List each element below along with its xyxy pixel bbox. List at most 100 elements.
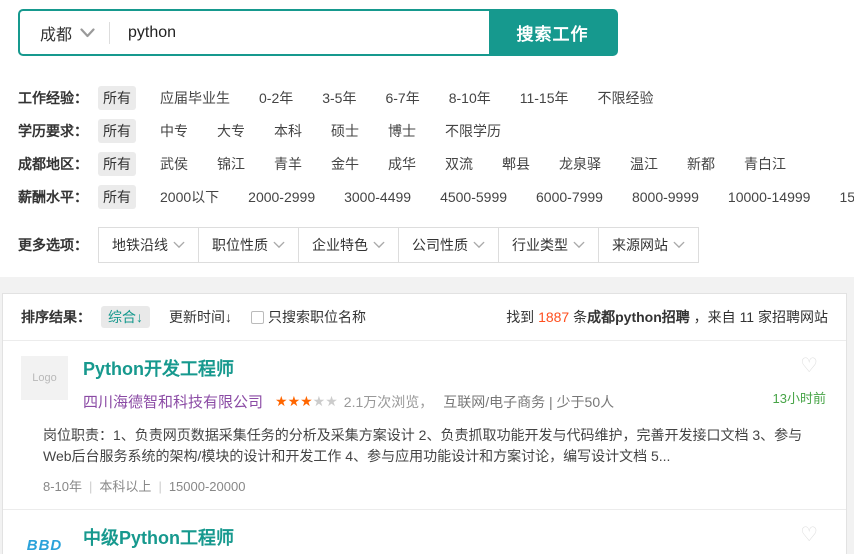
tag-separator: | <box>158 479 161 494</box>
filter-option[interactable]: 青白江 <box>739 152 791 176</box>
filter-option[interactable]: 6000-7999 <box>531 187 608 207</box>
job-header: 中级Python工程师成都数联铭品科技有限公司★★★★★1.8万次浏览，互联网/… <box>83 524 828 554</box>
search-input[interactable] <box>110 11 489 54</box>
filter-option[interactable]: 温江 <box>625 152 663 176</box>
job-list: LogoPython开发工程师四川海德智和科技有限公司★★★★★2.1万次浏览，… <box>3 341 846 554</box>
chevron-down-icon <box>473 241 485 249</box>
chevron-down-icon <box>373 241 385 249</box>
industry-info: 互联网/电子商务 | 少于50人 <box>443 392 614 412</box>
filter-option[interactable]: 硕士 <box>326 119 364 143</box>
posted-time: 13小时前 <box>773 388 826 407</box>
filter-option[interactable]: 应届毕业生 <box>155 86 235 110</box>
filter-option[interactable]: 金牛 <box>326 152 364 176</box>
filter-option[interactable]: 6-7年 <box>380 86 424 110</box>
job-search-bar: 成都 搜索工作 <box>18 9 618 56</box>
chevron-down-icon <box>173 241 185 249</box>
summary-prefix: 找到 <box>506 309 538 325</box>
filter-option[interactable]: 大专 <box>212 119 250 143</box>
filter-row: 工作经验： 所有应届毕业生 0-2年 3-5年 6-7年 8-10年 11-15年不限经验 <box>18 88 854 108</box>
filter-option[interactable]: 郫县 <box>497 152 535 176</box>
filter-option[interactable]: 中专 <box>155 119 193 143</box>
filter-option[interactable]: 锦江 <box>212 152 250 176</box>
sort-label: 排序结果： <box>21 307 91 327</box>
star-empty-icon: ★★ <box>313 393 338 409</box>
filter-option[interactable]: 10000-14999 <box>723 187 816 207</box>
results-summary: 找到 1887 条成都python招聘 ，来自 11 家招聘网站 <box>506 307 828 327</box>
title-only-checkbox[interactable] <box>251 311 264 324</box>
filter-dropdown[interactable]: 公司性质 <box>398 227 499 263</box>
filter-option[interactable]: 8-10年 <box>444 86 496 110</box>
job-header: Python开发工程师四川海德智和科技有限公司★★★★★2.1万次浏览，互联网/… <box>83 355 828 412</box>
job-tag: 15000-20000 <box>169 479 246 494</box>
company-logo[interactable]: BBD <box>21 525 68 554</box>
filter-option[interactable]: 所有 <box>98 86 136 110</box>
filter-dropdown[interactable]: 地铁沿线 <box>98 227 199 263</box>
search-button[interactable]: 搜索工作 <box>489 11 616 54</box>
filter-option[interactable]: 所有 <box>98 119 136 143</box>
more-options-dropdowns: 地铁沿线职位性质企业特色公司性质行业类型 来源网站 <box>98 227 699 263</box>
filter-option[interactable]: 8000-9999 <box>627 187 704 207</box>
summary-unit: 条 <box>569 309 587 325</box>
filter-option[interactable]: 3-5年 <box>317 86 361 110</box>
chevron-down-icon <box>673 241 685 249</box>
filter-option[interactable]: 4500-5999 <box>435 187 512 207</box>
filter-option[interactable]: 新都 <box>682 152 720 176</box>
chevron-down-icon <box>573 241 585 249</box>
filter-option[interactable]: 3000-4499 <box>339 187 416 207</box>
filter-option[interactable]: 2000以下 <box>155 185 224 209</box>
filter-option[interactable]: 成华 <box>383 152 421 176</box>
job-meta-row: 四川海德智和科技有限公司★★★★★2.1万次浏览，互联网/电子商务 | 少于50… <box>83 391 828 412</box>
summary-suffix: 家招聘网站 <box>754 309 828 325</box>
job-title-link[interactable]: 中级Python工程师 <box>83 528 234 548</box>
filter-option[interactable]: 所有 <box>98 152 136 176</box>
filter-dropdown[interactable]: 来源网站 <box>598 227 699 263</box>
more-options-row: 更多选项： 地铁沿线职位性质企业特色公司性质行业类型来源网站 <box>18 227 854 263</box>
filter-option[interactable]: 双流 <box>440 152 478 176</box>
filter-option[interactable]: 15000-19999 <box>834 187 854 207</box>
filter-label: 工作经验： <box>18 88 88 108</box>
sort-option[interactable]: 更新时间↓ <box>162 306 239 328</box>
filter-option[interactable]: 本科 <box>269 119 307 143</box>
company-logo[interactable]: Logo <box>21 356 68 400</box>
filter-label: 学历要求： <box>18 121 88 141</box>
filter-dropdown-label: 行业类型 <box>512 235 568 255</box>
sort-chips: 综合↓ 更新时间↓ <box>101 307 251 327</box>
filter-option[interactable]: 2000-2999 <box>243 187 320 207</box>
filter-option[interactable]: 武侯 <box>155 152 193 176</box>
filter-dropdown[interactable]: 企业特色 <box>298 227 399 263</box>
filter-option[interactable]: 青羊 <box>269 152 307 176</box>
summary-keyword: 成都python招聘 <box>587 309 690 325</box>
filter-option[interactable]: 0-2年 <box>254 86 298 110</box>
filter-dropdown-label: 来源网站 <box>612 235 668 255</box>
job-title-link[interactable]: Python开发工程师 <box>83 359 234 379</box>
filter-option[interactable]: 所有 <box>98 185 136 209</box>
results-panel: 排序结果： 综合↓ 更新时间↓ 只搜索职位名称 找到 1887 条成都python… <box>2 293 847 554</box>
sort-bar: 排序结果： 综合↓ 更新时间↓ 只搜索职位名称 找到 1887 条成都python… <box>3 294 846 341</box>
filter-section: 工作经验：所有应届毕业生0-2年3-5年6-7年8-10年11-15年不限经验学… <box>18 88 854 207</box>
sort-option[interactable]: 综合↓ <box>101 306 150 328</box>
job-tags: 8-10年|本科以上|15000-20000 <box>43 476 828 495</box>
star-rating: ★★★★★ <box>275 393 338 410</box>
filter-label: 成都地区： <box>18 154 88 174</box>
filter-dropdown[interactable]: 行业类型 <box>498 227 599 263</box>
job-description: 岗位职责：1、负责网页数据采集任务的分析及采集方案设计 2、负责抓取功能开发与代… <box>43 425 828 467</box>
filter-option[interactable]: 不限经验 <box>593 86 659 110</box>
filter-row: 学历要求： 所有中专大专本科硕士博士不限学历 <box>18 121 854 141</box>
company-link[interactable]: 四川海德智和科技有限公司 <box>83 391 263 412</box>
filter-option[interactable]: 龙泉驿 <box>554 152 606 176</box>
favorite-heart-icon[interactable]: ♡ <box>800 353 818 378</box>
chevron-down-icon <box>80 28 95 38</box>
city-selector[interactable]: 成都 <box>20 11 109 54</box>
filter-option[interactable]: 不限学历 <box>440 119 506 143</box>
job-tag: 8-10年 <box>43 479 82 494</box>
filter-label: 薪酬水平： <box>18 187 88 207</box>
filter-option[interactable]: 博士 <box>383 119 421 143</box>
job-card: BBD 中级Python工程师成都数联铭品科技有限公司★★★★★1.8万次浏览，互… <box>3 509 846 554</box>
summary-sites: 11 <box>740 309 755 325</box>
filter-option[interactable]: 11-15年 <box>515 86 574 110</box>
favorite-heart-icon[interactable]: ♡ <box>800 522 818 547</box>
filter-row: 薪酬水平： 所有 2000以下 2000-2999 3000-4499 4500-5999… <box>18 187 854 207</box>
star-filled-icon: ★★★ <box>275 393 313 409</box>
filter-dropdown[interactable]: 职位性质 <box>198 227 299 263</box>
title-only-checkbox-label[interactable]: 只搜索职位名称 <box>268 307 366 327</box>
